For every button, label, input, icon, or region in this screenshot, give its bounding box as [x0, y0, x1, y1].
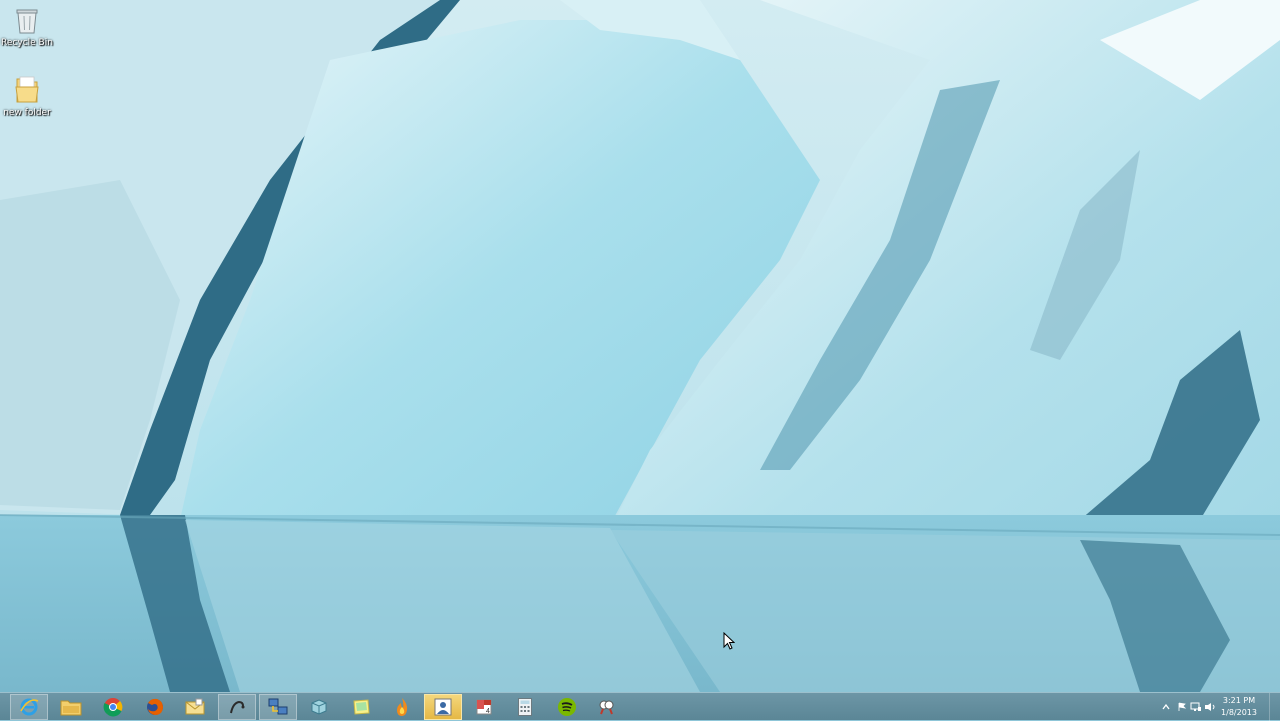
- calendar-icon: 4: [476, 699, 492, 715]
- volume-icon[interactable]: [1204, 701, 1216, 713]
- contacts-icon: [434, 698, 452, 716]
- taskbar-calculator[interactable]: [506, 694, 544, 720]
- network-status-icon[interactable]: [1190, 701, 1202, 713]
- chrome-icon: [103, 698, 123, 717]
- pen-icon: [230, 700, 245, 714]
- system-tray: 3:21 PM 1/8/2013: [1140, 693, 1280, 721]
- clock-time: 3:21 PM: [1222, 696, 1256, 705]
- taskbar-spotify[interactable]: [548, 694, 586, 720]
- taskbar-burner[interactable]: [383, 694, 421, 720]
- mouse-cursor-icon: [723, 632, 735, 650]
- spotify-icon: [558, 698, 576, 716]
- calendar-badge: 4: [486, 708, 490, 715]
- flame-icon: [397, 698, 408, 716]
- snipping-tool-icon: [599, 700, 614, 715]
- show-hidden-icons-icon[interactable]: [1160, 701, 1172, 713]
- network-icon: [268, 698, 288, 715]
- taskbar-contacts[interactable]: [424, 694, 462, 720]
- recycle-bin-label: Recycle Bin: [1, 38, 53, 48]
- clock-date: 1/8/2013: [1221, 708, 1257, 717]
- taskbar-file-explorer[interactable]: [52, 694, 90, 720]
- taskbar: 4 3:21 PM 1/8/2013: [0, 692, 1280, 721]
- file-explorer-icon: [60, 700, 82, 716]
- taskbar-snipping-tool[interactable]: [588, 694, 626, 720]
- taskbar-internet-explorer[interactable]: [10, 694, 48, 720]
- taskbar-app[interactable]: [300, 694, 338, 720]
- recycle-bin-icon: [11, 4, 43, 36]
- taskbar-pen-tool[interactable]: [218, 694, 256, 720]
- recycle-bin-shortcut[interactable]: Recycle Bin: [0, 4, 54, 49]
- new-folder-label: new folder: [3, 108, 51, 118]
- new-folder-shortcut[interactable]: new folder: [0, 74, 54, 119]
- taskbar-chrome[interactable]: [94, 694, 132, 720]
- taskbar-sticky-notes[interactable]: [342, 694, 380, 720]
- taskbar-network[interactable]: [259, 694, 297, 720]
- taskbar-mail[interactable]: [176, 694, 214, 720]
- folder-icon: [11, 74, 43, 106]
- firefox-icon: [147, 698, 163, 715]
- sticky-notes-icon: [353, 699, 370, 715]
- taskbar-firefox[interactable]: [136, 694, 174, 720]
- cube-icon: [311, 699, 327, 715]
- show-desktop-button[interactable]: [1269, 693, 1280, 721]
- taskbar-clock[interactable]: 3:21 PM 1/8/2013: [1216, 695, 1262, 719]
- action-center-flag-icon[interactable]: [1176, 701, 1188, 713]
- calculator-icon: [518, 698, 532, 716]
- mail-icon: [185, 698, 205, 715]
- internet-explorer-icon: [20, 698, 39, 716]
- desktop-wallpaper: [0, 0, 1280, 692]
- taskbar-calendar[interactable]: 4: [465, 694, 503, 720]
